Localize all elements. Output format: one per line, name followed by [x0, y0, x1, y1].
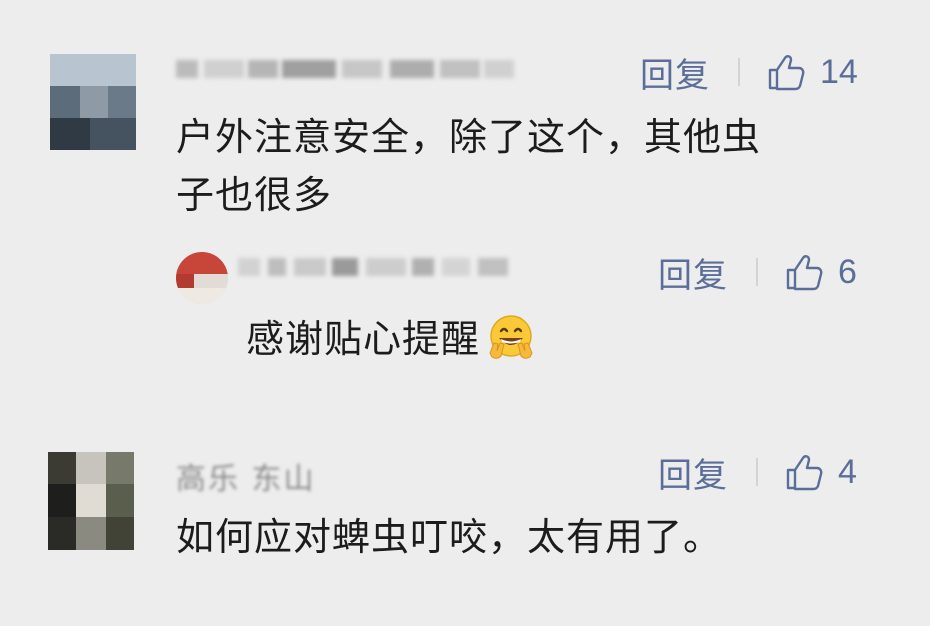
- comment-actions: 回复 4: [658, 448, 857, 497]
- reply-item: 回复 6 感谢贴心提醒: [0, 230, 930, 410]
- comment-actions: 回复 14: [640, 48, 858, 97]
- grinning-peace-emoji-icon: [489, 314, 533, 359]
- comment-text: 如何应对蜱虫叮咬，太有用了。: [176, 508, 722, 566]
- like-button[interactable]: 6: [784, 252, 857, 292]
- divider: [756, 258, 758, 286]
- username-blurred[interactable]: [176, 54, 516, 82]
- comment-item: 回复 14 户外注意安全，除了这个，其他虫 子也很多: [0, 0, 930, 230]
- username-blurred[interactable]: [238, 252, 528, 280]
- comment-text-content: 如何应对蜱虫叮咬，太有用了。: [176, 515, 723, 559]
- username-blurred[interactable]: 高乐 东山: [176, 454, 316, 498]
- avatar[interactable]: [176, 252, 228, 304]
- like-count: 6: [838, 252, 857, 291]
- like-button[interactable]: 14: [766, 52, 858, 92]
- like-count: 4: [838, 452, 857, 491]
- like-button[interactable]: 4: [784, 452, 857, 492]
- like-count: 14: [820, 52, 858, 91]
- comment-list: 回复 14 户外注意安全，除了这个，其他虫 子也很多 回复 6 感谢贴心提醒 高…: [0, 0, 930, 626]
- divider: [738, 58, 740, 86]
- comment-text: 户外注意安全，除了这个，其他虫 子也很多: [176, 108, 761, 224]
- reply-text-content: 感谢贴心提醒: [246, 317, 481, 361]
- thumbs-up-icon: [786, 455, 823, 491]
- reply-button[interactable]: 回复: [640, 48, 710, 97]
- reply-button[interactable]: 回复: [658, 448, 728, 497]
- comment-actions: 回复 6: [658, 248, 857, 297]
- avatar[interactable]: [50, 54, 136, 150]
- reply-text: 感谢贴心提醒: [246, 310, 538, 368]
- comment-text-line: 户外注意安全，除了这个，其他虫: [176, 115, 762, 159]
- thumbs-up-icon: [786, 255, 823, 291]
- comment-item: 高乐 东山 回复 4 如何应对蜱虫叮咬，太有用了。: [0, 410, 930, 626]
- comment-text-line: 子也很多: [176, 173, 333, 217]
- divider: [756, 458, 758, 486]
- reply-button[interactable]: 回复: [658, 248, 728, 297]
- avatar[interactable]: [48, 452, 134, 550]
- thumbs-up-icon: [768, 55, 805, 91]
